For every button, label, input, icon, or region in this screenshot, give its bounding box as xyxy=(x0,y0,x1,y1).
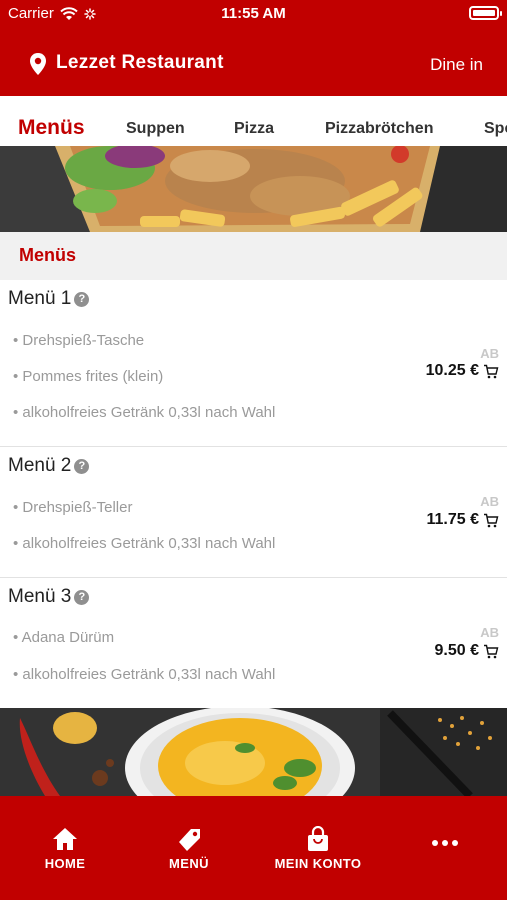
more-icon xyxy=(432,840,458,846)
cart-icon[interactable] xyxy=(483,513,499,528)
menu-item-line: • Drehspieß-Teller xyxy=(13,499,133,516)
section-title: Menüs xyxy=(19,245,77,265)
soup-banner-image xyxy=(0,708,507,796)
section-header: Menüs xyxy=(0,232,507,280)
tag-icon xyxy=(179,829,200,851)
menu-item[interactable]: Menü 2 ? • Drehspieß-Teller • alkoholfre… xyxy=(0,447,507,578)
cart-icon[interactable] xyxy=(483,644,499,659)
restaurant-name[interactable]: Lezzet Restaurant xyxy=(56,52,224,74)
menu-item[interactable]: Menü 3 ? • Adana Dürüm • alkoholfreies G… xyxy=(0,578,507,708)
shopping-bag-icon xyxy=(308,826,328,851)
bottom-navigation: HOME MENÜ MEIN KONTO xyxy=(0,796,507,900)
menu-item-price: 10.25 € xyxy=(425,362,479,379)
category-banner-image xyxy=(0,146,507,232)
menu-item-price: 11.75 € xyxy=(426,511,480,528)
nav-home[interactable]: HOME xyxy=(40,826,90,871)
price-prefix: AB xyxy=(480,494,499,509)
home-icon xyxy=(53,828,77,850)
menu-item-title: Menü 3 xyxy=(8,586,72,607)
price-add-to-cart[interactable]: 10.25 € xyxy=(426,362,499,380)
app-header: Carrier 11:55 AM Lezzet Restaurant Dine … xyxy=(0,0,507,96)
info-icon[interactable]: ? xyxy=(74,589,90,605)
battery-icon xyxy=(469,6,502,20)
menu-item-line: • alkoholfreies Getränk 0,33l nach Wahl xyxy=(13,535,276,552)
dine-in-selector[interactable]: Dine in xyxy=(430,55,483,75)
menu-item-title-row: Menü 3 ? xyxy=(8,586,90,608)
nav-account-label: MEIN KONTO xyxy=(274,856,362,871)
menu-item-line: • Drehspieß-Tasche xyxy=(13,332,145,349)
header-row: Lezzet Restaurant Dine in xyxy=(0,44,507,84)
menu-item-title: Menü 1 xyxy=(8,288,72,309)
menu-item[interactable]: Menü 1 ? • Drehspieß-Tasche • Pommes fri… xyxy=(0,280,507,447)
info-icon[interactable]: ? xyxy=(74,458,90,474)
price-add-to-cart[interactable]: 9.50 € xyxy=(435,642,499,660)
tab-suppen[interactable]: Suppen xyxy=(126,120,185,138)
nav-home-label: HOME xyxy=(44,856,86,871)
menu-item-title-row: Menü 1 ? xyxy=(8,288,90,310)
tab-menus[interactable]: Menüs xyxy=(18,116,85,140)
price-prefix: AB xyxy=(480,625,499,640)
tab-spe[interactable]: Spe xyxy=(484,120,507,138)
menu-item-title-row: Menü 2 ? xyxy=(8,455,90,477)
nav-more[interactable] xyxy=(425,838,465,852)
menu-item-price: 9.50 € xyxy=(434,642,479,659)
info-icon[interactable]: ? xyxy=(74,291,90,307)
nav-menu[interactable]: MENÜ xyxy=(164,826,214,871)
clock: 11:55 AM xyxy=(221,5,286,22)
menu-item-line: • Pommes frites (klein) xyxy=(13,368,164,385)
tab-pizza[interactable]: Pizza xyxy=(234,120,274,138)
nav-account[interactable]: MEIN KONTO xyxy=(270,826,366,871)
menu-item-line: • alkoholfreies Getränk 0,33l nach Wahl xyxy=(13,404,276,421)
menu-item-line: • Adana Dürüm xyxy=(13,629,115,646)
location-pin-icon[interactable] xyxy=(28,52,48,76)
status-bar: Carrier 11:55 AM xyxy=(0,0,507,28)
nav-menu-label: MENÜ xyxy=(169,856,209,871)
price-add-to-cart[interactable]: 11.75 € xyxy=(427,511,500,529)
cart-icon[interactable] xyxy=(483,364,499,379)
price-prefix: AB xyxy=(480,346,499,361)
tab-pizzabroetchen[interactable]: Pizzabrötchen xyxy=(325,120,433,138)
category-tabs: Menüs Suppen Pizza Pizzabrötchen Spe xyxy=(0,96,507,146)
menu-item-line: • alkoholfreies Getränk 0,33l nach Wahl xyxy=(13,666,276,683)
menu-item-title: Menü 2 xyxy=(8,455,72,476)
